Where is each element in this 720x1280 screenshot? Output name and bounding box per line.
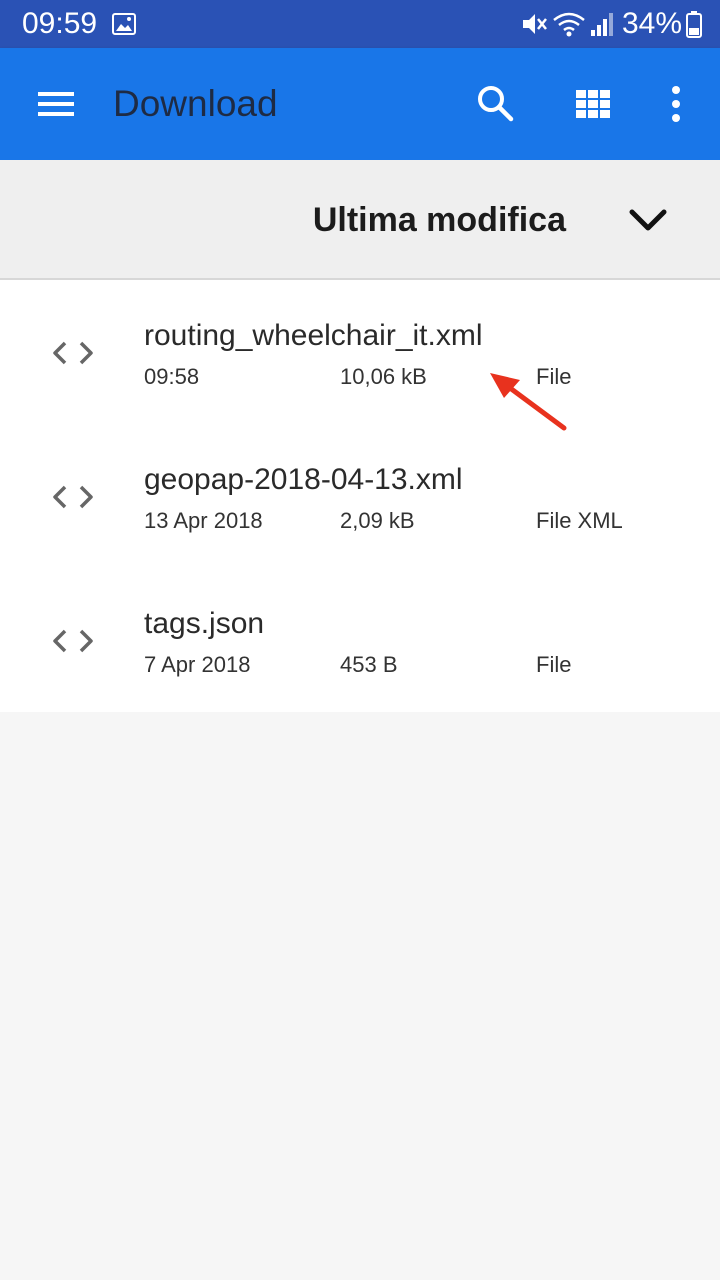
- code-file-icon: [53, 341, 93, 365]
- file-row-geopap[interactable]: geopap-2018-04-13.xml 13 Apr 2018 2,09 k…: [0, 424, 720, 568]
- file-row-tags-json[interactable]: tags.json 7 Apr 2018 453 B File: [0, 568, 720, 712]
- grid-view-icon[interactable]: [570, 84, 616, 124]
- file-date: 13 Apr 2018: [144, 508, 263, 533]
- status-time: 09:59: [22, 7, 98, 40]
- file-size: 10,06 kB: [340, 364, 427, 389]
- file-name: tags.json: [144, 607, 265, 640]
- file-list: routing_wheelchair_it.xml 09:58 10,06 kB…: [0, 280, 720, 712]
- chevron-down-icon[interactable]: [624, 204, 672, 240]
- image-icon: [112, 13, 136, 35]
- file-name: geopap-2018-04-13.xml: [144, 463, 463, 496]
- battery-icon: [686, 11, 702, 38]
- search-icon[interactable]: [470, 80, 520, 128]
- file-row-routing-wheelchair[interactable]: routing_wheelchair_it.xml 09:58 10,06 kB…: [0, 280, 720, 424]
- sort-label[interactable]: Ultima modifica: [313, 200, 566, 240]
- file-name: routing_wheelchair_it.xml: [144, 319, 483, 352]
- code-file-icon: [53, 629, 93, 653]
- code-file-icon: [53, 485, 93, 509]
- status-right-icons: 34%: [520, 8, 702, 40]
- more-options-icon[interactable]: [660, 82, 692, 126]
- file-size: 453 B: [340, 652, 398, 677]
- sort-bar: Ultima modifica: [0, 160, 720, 280]
- signal-icon: [590, 13, 613, 36]
- file-date: 7 Apr 2018: [144, 652, 251, 677]
- battery-percent: 34%: [621, 7, 682, 40]
- app-bar: Download: [0, 48, 720, 160]
- file-type: File XML: [536, 508, 623, 533]
- wifi-icon: [553, 12, 585, 37]
- status-bar: 09:59 34%: [0, 0, 720, 48]
- file-size: 2,09 kB: [340, 508, 415, 533]
- file-date: 09:58: [144, 364, 200, 389]
- menu-icon[interactable]: [24, 80, 88, 128]
- file-type: File: [536, 364, 572, 389]
- file-type: File: [536, 652, 572, 677]
- mute-icon: [522, 14, 547, 34]
- page-title: Download: [113, 83, 278, 124]
